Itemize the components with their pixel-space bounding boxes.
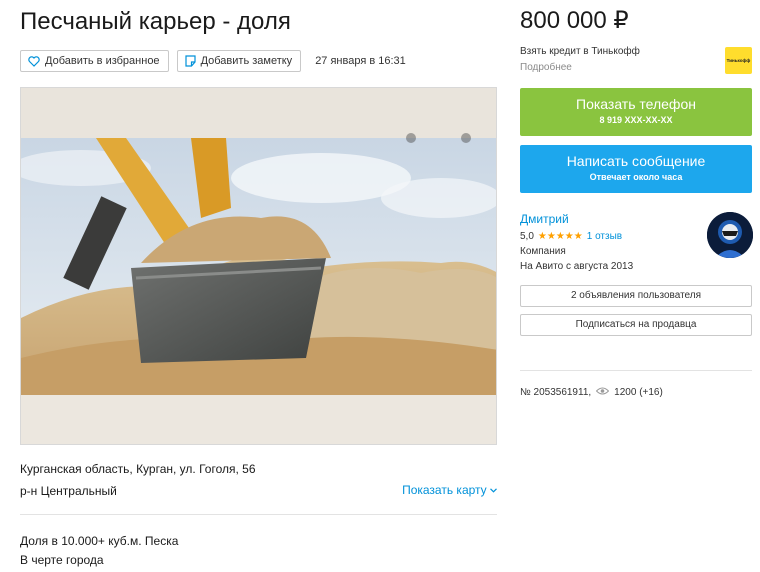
description-line: В черте города (20, 553, 104, 567)
credit-offer[interactable]: Взять кредит в Тинькофф (520, 46, 640, 57)
description: Доля в 10.000+ куб.м. Песка В черте горо… (20, 532, 178, 570)
show-map-link[interactable]: Показать карту (402, 483, 497, 497)
show-map-label: Показать карту (402, 483, 487, 497)
user-ads-button[interactable]: 2 объявления пользователя (520, 285, 752, 307)
add-to-favorites-label: Добавить в избранное (45, 55, 160, 67)
address: Курганская область, Курган, ул. Гоголя, … (20, 462, 256, 476)
add-note-label: Добавить заметку (200, 55, 293, 67)
credit-more-link[interactable]: Подробнее (520, 62, 572, 73)
reviews-link[interactable]: 1 отзыв (587, 231, 622, 242)
add-to-favorites-button[interactable]: Добавить в избранное (20, 50, 169, 72)
seller-rating: 5,0 ★★★★★ 1 отзыв (520, 231, 622, 242)
show-phone-button[interactable]: Показать телефон 8 919 XXX-XX-XX (520, 88, 752, 136)
heart-icon (28, 55, 40, 67)
seller-since: На Авито с августа 2013 (520, 261, 634, 272)
listing-actions: Добавить в избранное Добавить заметку 27… (20, 50, 406, 72)
listing-title: Песчаный карьер - доля (20, 8, 291, 35)
bank-logo-label: Тинькофф (726, 58, 751, 63)
listing-date: 27 января в 16:31 (315, 55, 406, 67)
views-count: 1200 (+16) (614, 387, 663, 398)
response-time: Отвечает около часа (589, 172, 683, 182)
add-note-button[interactable]: Добавить заметку (176, 50, 302, 72)
seller-name[interactable]: Дмитрий (520, 212, 569, 226)
write-message-label: Написать сообщение (566, 153, 706, 169)
subscribe-seller-button[interactable]: Подписаться на продавца (520, 314, 752, 336)
rating-value: 5,0 (520, 231, 534, 242)
divider (520, 370, 752, 371)
listing-meta: № 2053561911, 1200 (+16) (520, 387, 663, 398)
bank-logo[interactable]: Тинькофф (725, 47, 752, 74)
write-message-button[interactable]: Написать сообщение Отвечает около часа (520, 145, 752, 193)
show-phone-label: Показать телефон (576, 96, 696, 112)
ad-number: № 2053561911, (520, 387, 592, 398)
divider (20, 514, 497, 515)
eye-icon (595, 387, 610, 398)
listing-photo[interactable] (20, 87, 497, 445)
description-line: Доля в 10.000+ куб.м. Песка (20, 534, 179, 548)
note-icon (184, 55, 196, 67)
address-block: Курганская область, Курган, ул. Гоголя, … (20, 462, 497, 498)
phone-masked: 8 919 XXX-XX-XX (599, 115, 673, 125)
chevron-down-icon (490, 483, 497, 497)
price: 800 000 ₽ (520, 7, 629, 34)
rating-stars: ★★★★★ (537, 231, 583, 242)
seller-type: Компания (520, 246, 566, 257)
seller-avatar[interactable] (707, 212, 753, 258)
